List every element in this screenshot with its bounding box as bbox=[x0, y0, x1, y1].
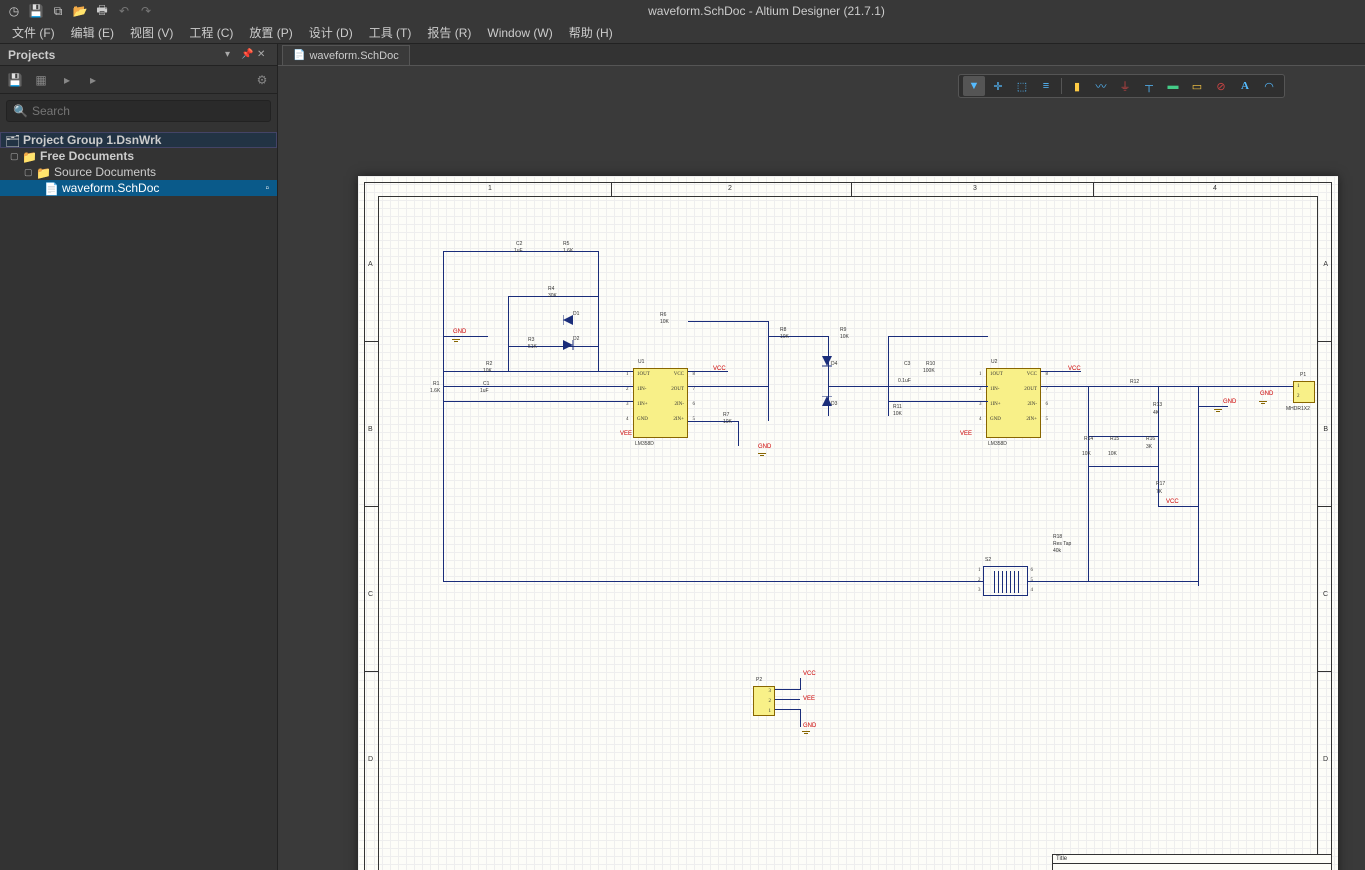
zone-col-4: 4 bbox=[1213, 185, 1217, 192]
open-icon[interactable]: 📂 bbox=[72, 3, 88, 19]
part-icon[interactable]: ▮ bbox=[1066, 76, 1088, 96]
diode-d2[interactable] bbox=[563, 339, 575, 353]
zone-col-2: 2 bbox=[728, 185, 732, 192]
net-icon[interactable]: ▬ bbox=[1162, 76, 1184, 96]
diode-d1[interactable] bbox=[563, 314, 575, 328]
projects-title: Projects bbox=[8, 48, 221, 62]
save-icon[interactable]: 💾 bbox=[28, 3, 44, 19]
menu-help[interactable]: 帮助 (H) bbox=[563, 22, 619, 43]
ic-u2[interactable]: 1OUT VCC 1IN- 2OUT 1IN+ 2IN- GND 2IN+ 1 … bbox=[986, 368, 1041, 438]
zone-row-a: A bbox=[368, 261, 373, 268]
gnd-icon[interactable]: ⏚ bbox=[1114, 76, 1136, 96]
select-icon[interactable]: ⬚ bbox=[1011, 76, 1033, 96]
tab-waveform[interactable]: 📄 waveform.SchDoc bbox=[282, 45, 410, 65]
schdoc-icon: 📄 bbox=[293, 50, 305, 61]
ic-u1[interactable]: 1OUT VCC 1IN- 2OUT 1IN+ 2IN- GND 2IN+ 1 … bbox=[633, 368, 688, 438]
redo-icon[interactable]: ↷ bbox=[138, 3, 154, 19]
menu-report[interactable]: 报告 (R) bbox=[421, 22, 477, 43]
filter-icon[interactable]: ▼ bbox=[963, 76, 985, 96]
undo-icon[interactable]: ↶ bbox=[116, 3, 132, 19]
schematic-canvas[interactable]: ▼ ✛ ⬚ ≡ ▮ 〰 ⏚ ┬ ▬ ▭ ⊘ A ◠ 1 bbox=[278, 66, 1365, 870]
crosshair-icon[interactable]: ✛ bbox=[987, 76, 1009, 96]
title-block: Title Size Number Revision A4 Date: bbox=[1052, 854, 1332, 870]
panel-dropdown-icon[interactable]: ▾ bbox=[225, 49, 237, 61]
menu-edit[interactable]: 编辑 (E) bbox=[65, 22, 120, 43]
diode-d3[interactable] bbox=[822, 396, 832, 411]
projects-panel: Projects ▾ 📌 ✕ 💾 ▦ ▸ ▸ ⚙ 🔍 🗂 Project Gro… bbox=[0, 44, 278, 870]
menu-place[interactable]: 放置 (P) bbox=[243, 22, 298, 43]
menu-design[interactable]: 设计 (D) bbox=[303, 22, 359, 43]
tb-compile-icon[interactable]: ▦ bbox=[32, 71, 50, 89]
diode-d4[interactable] bbox=[822, 356, 832, 371]
save-all-icon[interactable]: ⧉ bbox=[50, 3, 66, 19]
menu-view[interactable]: 视图 (V) bbox=[124, 22, 179, 43]
menu-tools[interactable]: 工具 (T) bbox=[363, 22, 418, 43]
folder-icon: 📁 bbox=[36, 166, 50, 178]
doc-status-icon: ▫ bbox=[265, 183, 269, 194]
schematic-content[interactable]: 1OUT VCC 1IN- 2OUT 1IN+ 2IN- GND 2IN+ 1 … bbox=[388, 206, 1308, 870]
document-tabs: 📄 waveform.SchDoc bbox=[278, 44, 1365, 66]
port-icon[interactable]: ▭ bbox=[1186, 76, 1208, 96]
title-bar: ◷ 💾 ⧉ 📂 🖶 ↶ ↷ waveform.SchDoc - Altium D… bbox=[0, 0, 1365, 22]
tb-settings-icon[interactable]: ⚙ bbox=[253, 71, 271, 89]
zone-col-1: 1 bbox=[488, 185, 492, 192]
menu-project[interactable]: 工程 (C) bbox=[183, 22, 239, 43]
search-icon: 🔍 bbox=[13, 104, 28, 118]
wire-icon[interactable]: 〰 bbox=[1090, 76, 1112, 96]
menu-file[interactable]: 文件 (F) bbox=[6, 22, 61, 43]
active-bar: ▼ ✛ ⬚ ≡ ▮ 〰 ⏚ ┬ ▬ ▭ ⊘ A ◠ bbox=[958, 74, 1285, 98]
menu-window[interactable]: Window (W) bbox=[481, 24, 558, 42]
search-box[interactable]: 🔍 bbox=[6, 100, 271, 122]
arc-icon[interactable]: ◠ bbox=[1258, 76, 1280, 96]
search-input[interactable] bbox=[32, 104, 264, 118]
tb-icon3[interactable]: ▸ bbox=[58, 71, 76, 89]
header-p2[interactable]: 3 2 1 bbox=[753, 686, 775, 716]
vcc-icon[interactable]: ┬ bbox=[1138, 76, 1160, 96]
schematic-sheet[interactable]: 1 2 3 4 1 2 3 4 A B C bbox=[358, 176, 1338, 870]
menu-bar: 文件 (F) 编辑 (E) 视图 (V) 工程 (C) 放置 (P) 设计 (D… bbox=[0, 22, 1365, 44]
header-p1[interactable]: 1 2 bbox=[1293, 381, 1315, 403]
workspace-icon: 🗂 bbox=[5, 134, 19, 146]
project-tree: 🗂 Project Group 1.DsnWrk ▢ 📁 Free Docume… bbox=[0, 128, 277, 870]
align-icon[interactable]: ≡ bbox=[1035, 76, 1057, 96]
tb-icon4[interactable]: ▸ bbox=[84, 71, 102, 89]
tb-save-icon[interactable]: 💾 bbox=[6, 71, 24, 89]
tree-free-docs[interactable]: ▢ 📁 Free Documents bbox=[0, 148, 277, 164]
text-icon[interactable]: A bbox=[1234, 76, 1256, 96]
folder-icon: 📁 bbox=[22, 150, 36, 162]
expand-icon[interactable]: ▢ bbox=[10, 151, 20, 162]
panel-close-icon[interactable]: ✕ bbox=[257, 49, 269, 61]
switch-s2[interactable]: 1 2 3 6 5 4 bbox=[983, 566, 1028, 596]
tree-root[interactable]: 🗂 Project Group 1.DsnWrk bbox=[0, 132, 277, 148]
expand-icon[interactable]: ▢ bbox=[24, 167, 34, 178]
app-icon: ◷ bbox=[6, 3, 22, 19]
tree-source-docs[interactable]: ▢ 📁 Source Documents bbox=[0, 164, 277, 180]
panel-pin-icon[interactable]: 📌 bbox=[241, 49, 253, 61]
zone-col-3: 3 bbox=[973, 185, 977, 192]
window-title: waveform.SchDoc - Altium Designer (21.7.… bbox=[174, 4, 1359, 18]
schdoc-icon: 📄 bbox=[44, 182, 58, 194]
noerc-icon[interactable]: ⊘ bbox=[1210, 76, 1232, 96]
tree-doc-waveform[interactable]: 📄 waveform.SchDoc ▫ bbox=[0, 180, 277, 196]
print-icon[interactable]: 🖶 bbox=[94, 3, 110, 19]
